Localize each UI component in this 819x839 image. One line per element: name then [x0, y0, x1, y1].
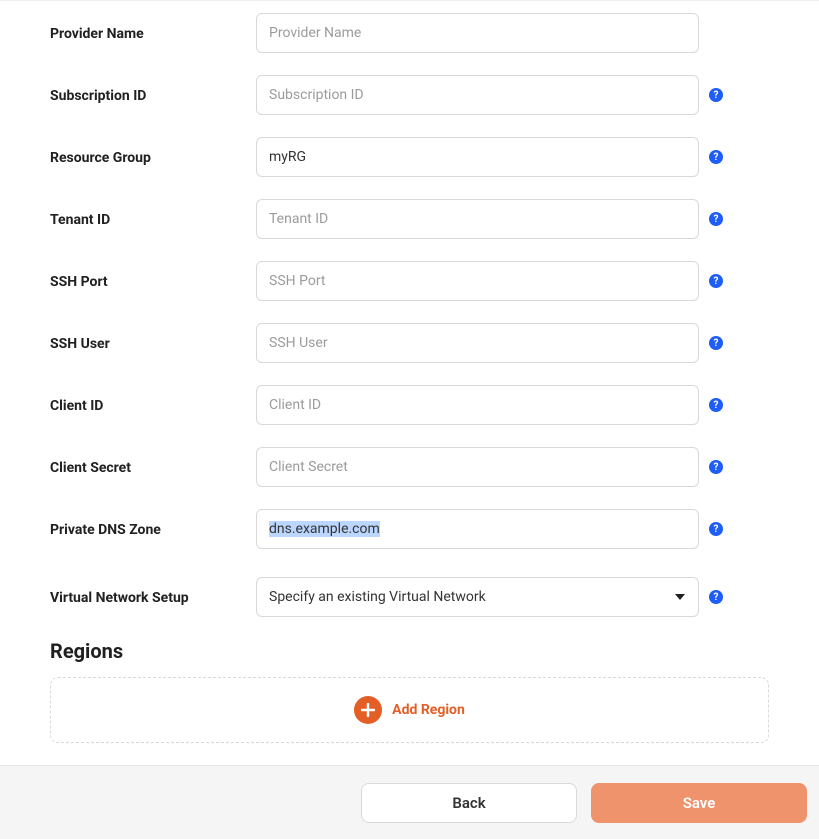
field-ssh-port: ?	[256, 261, 769, 301]
select-vnet[interactable]: Specify an existing Virtual Network	[256, 577, 699, 617]
field-private-dns: dns.example.com ?	[256, 509, 769, 549]
input-private-dns[interactable]: dns.example.com	[256, 509, 699, 549]
input-client-secret[interactable]	[256, 447, 699, 487]
field-resource-group: ?	[256, 137, 769, 177]
row-ssh-user: SSH User ?	[50, 323, 769, 363]
save-button[interactable]: Save	[591, 783, 807, 823]
row-client-secret: Client Secret ?	[50, 447, 769, 487]
add-region-label: Add Region	[392, 702, 465, 718]
help-icon[interactable]: ?	[709, 212, 723, 226]
label-client-id: Client ID	[50, 396, 256, 414]
plus-circle-icon	[354, 696, 382, 724]
input-provider-name[interactable]	[256, 13, 699, 53]
help-icon[interactable]: ?	[709, 88, 723, 102]
label-resource-group: Resource Group	[50, 148, 256, 166]
help-icon[interactable]: ?	[709, 336, 723, 350]
label-ssh-port: SSH Port	[50, 272, 256, 290]
label-ssh-user: SSH User	[50, 334, 256, 352]
private-dns-value-highlight: dns.example.com	[269, 521, 380, 537]
footer-bar: Back Save	[0, 765, 819, 839]
field-client-secret: ?	[256, 447, 769, 487]
help-icon[interactable]: ?	[709, 590, 723, 604]
provider-form: Provider Name Subscription ID ? Resource…	[0, 0, 819, 743]
help-icon[interactable]: ?	[709, 274, 723, 288]
row-provider-name: Provider Name	[50, 13, 769, 53]
field-subscription-id: ?	[256, 75, 769, 115]
back-button[interactable]: Back	[361, 783, 577, 823]
help-icon[interactable]: ?	[709, 398, 723, 412]
regions-title: Regions	[50, 639, 769, 663]
row-vnet: Virtual Network Setup Specify an existin…	[50, 577, 769, 617]
add-region-button[interactable]: Add Region	[50, 677, 769, 743]
row-private-dns: Private DNS Zone dns.example.com ?	[50, 509, 769, 549]
label-subscription-id: Subscription ID	[50, 86, 256, 104]
row-ssh-port: SSH Port ?	[50, 261, 769, 301]
row-tenant-id: Tenant ID ?	[50, 199, 769, 239]
select-vnet-wrap: Specify an existing Virtual Network	[256, 577, 699, 617]
input-ssh-port[interactable]	[256, 261, 699, 301]
field-ssh-user: ?	[256, 323, 769, 363]
field-provider-name	[256, 13, 769, 53]
field-vnet: Specify an existing Virtual Network ?	[256, 577, 769, 617]
field-client-id: ?	[256, 385, 769, 425]
help-icon[interactable]: ?	[709, 150, 723, 164]
input-subscription-id[interactable]	[256, 75, 699, 115]
row-client-id: Client ID ?	[50, 385, 769, 425]
help-icon[interactable]: ?	[709, 522, 723, 536]
label-private-dns: Private DNS Zone	[50, 520, 256, 538]
input-client-id[interactable]	[256, 385, 699, 425]
input-tenant-id[interactable]	[256, 199, 699, 239]
label-vnet: Virtual Network Setup	[50, 588, 256, 606]
row-resource-group: Resource Group ?	[50, 137, 769, 177]
help-icon[interactable]: ?	[709, 460, 723, 474]
label-provider-name: Provider Name	[50, 24, 256, 42]
select-vnet-value: Specify an existing Virtual Network	[269, 589, 486, 605]
label-tenant-id: Tenant ID	[50, 210, 256, 228]
field-tenant-id: ?	[256, 199, 769, 239]
label-client-secret: Client Secret	[50, 458, 256, 476]
input-ssh-user[interactable]	[256, 323, 699, 363]
row-subscription-id: Subscription ID ?	[50, 75, 769, 115]
input-resource-group[interactable]	[256, 137, 699, 177]
